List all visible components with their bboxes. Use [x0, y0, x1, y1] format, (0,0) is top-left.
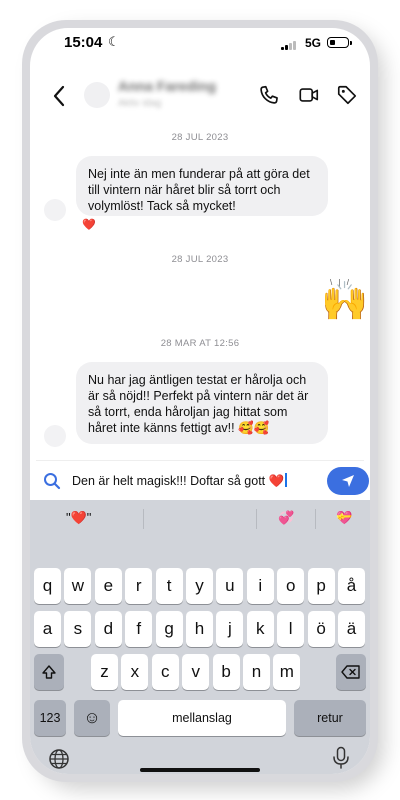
date-separator: 28 JUL 2023	[171, 132, 229, 143]
message-bubble[interactable]: Nej inte än men funderar på att göra det…	[76, 156, 328, 216]
network-label: 5G	[305, 36, 322, 50]
emoji-icon: ☺	[83, 708, 101, 727]
send-button[interactable]	[327, 467, 369, 495]
date-separator: 28 MAR AT 12:56	[160, 338, 240, 349]
date-separator: 28 JUL 2023	[171, 254, 229, 265]
message-input-text: Den är helt magisk!!! Doftar så gott ❤️	[72, 474, 285, 488]
battery-icon	[327, 37, 352, 48]
key-ä[interactable]: ä	[338, 611, 365, 647]
key-l[interactable]: l	[277, 611, 305, 647]
key-d[interactable]: d	[94, 611, 122, 647]
moon-icon: ☾	[108, 34, 120, 49]
home-indicator	[140, 768, 260, 772]
backspace-key[interactable]	[336, 654, 366, 690]
screen: 15:04 ☾ 5G Anna Fareding Aktiv idag 28 J…	[30, 28, 370, 774]
key-w[interactable]: w	[64, 568, 92, 604]
message-input[interactable]: Den är helt magisk!!! Doftar så gott ❤️	[72, 473, 287, 489]
key-g[interactable]: g	[155, 611, 183, 647]
phone-icon[interactable]	[258, 84, 280, 106]
key-r[interactable]: r	[125, 568, 153, 604]
search-icon[interactable]	[42, 471, 62, 491]
back-chevron-icon[interactable]	[52, 84, 66, 108]
contact-name[interactable]: Anna Fareding	[118, 78, 216, 94]
key-å[interactable]: å	[338, 568, 365, 604]
space-key[interactable]: mellanslag	[118, 700, 286, 736]
sticker-raised-hands[interactable]: 🙌	[321, 282, 368, 322]
suggestion-heart-quoted[interactable]: "❤️"	[66, 510, 91, 526]
key-e[interactable]: e	[94, 568, 122, 604]
sender-avatar	[44, 425, 66, 447]
key-p[interactable]: p	[307, 568, 335, 604]
chat-header: Anna Fareding Aktiv idag	[30, 72, 370, 120]
key-i[interactable]: i	[246, 568, 274, 604]
emoji-key[interactable]: ☺	[74, 700, 110, 736]
keyboard: "❤️" 💞 💝 qwertyuiopå asdfghjklöä zxcvbnm…	[30, 500, 370, 774]
key-c[interactable]: c	[151, 654, 179, 690]
key-b[interactable]: b	[212, 654, 240, 690]
text-caret	[285, 473, 287, 487]
send-icon	[342, 475, 354, 487]
suggestion-heart-gift[interactable]: 💝	[336, 510, 352, 526]
video-icon[interactable]	[298, 84, 320, 106]
phone-frame: 15:04 ☾ 5G Anna Fareding Aktiv idag 28 J…	[22, 20, 378, 782]
key-s[interactable]: s	[64, 611, 92, 647]
key-t[interactable]: t	[155, 568, 183, 604]
divider	[315, 509, 316, 529]
contact-status: Aktiv idag	[118, 98, 162, 109]
key-f[interactable]: f	[125, 611, 153, 647]
key-a[interactable]: a	[34, 611, 61, 647]
suggestion-hearts[interactable]: 💞	[278, 510, 294, 526]
heart-reaction[interactable]: ❤️	[82, 218, 96, 231]
message-bubble[interactable]: Nu har jag äntligen testat er hårolja oc…	[76, 362, 328, 444]
key-n[interactable]: n	[243, 654, 270, 690]
shift-key[interactable]	[34, 654, 64, 690]
key-v[interactable]: v	[182, 654, 210, 690]
status-bar: 15:04 ☾ 5G	[30, 28, 370, 72]
key-y[interactable]: y	[186, 568, 213, 604]
numbers-key[interactable]: 123	[34, 700, 66, 736]
key-q[interactable]: q	[34, 568, 61, 604]
key-u[interactable]: u	[216, 568, 244, 604]
suggestion-bar: "❤️" 💞 💝	[30, 500, 370, 538]
return-key[interactable]: retur	[294, 700, 366, 736]
message-composer: Den är helt magisk!!! Doftar så gott ❤️	[36, 460, 369, 499]
key-j[interactable]: j	[216, 611, 244, 647]
globe-icon[interactable]	[48, 748, 70, 770]
contact-avatar[interactable]	[84, 82, 110, 108]
divider	[143, 509, 144, 529]
key-h[interactable]: h	[186, 611, 213, 647]
key-m[interactable]: m	[273, 654, 301, 690]
divider	[256, 509, 257, 529]
sender-avatar	[44, 199, 66, 221]
key-x[interactable]: x	[121, 654, 149, 690]
tag-icon[interactable]	[336, 84, 358, 106]
microphone-icon[interactable]	[332, 746, 350, 770]
shift-icon	[42, 665, 56, 679]
key-k[interactable]: k	[246, 611, 274, 647]
key-o[interactable]: o	[277, 568, 305, 604]
key-ö[interactable]: ö	[307, 611, 335, 647]
status-time: 15:04	[64, 34, 103, 51]
backspace-icon	[341, 665, 360, 679]
signal-icon	[281, 40, 297, 50]
key-z[interactable]: z	[91, 654, 118, 690]
